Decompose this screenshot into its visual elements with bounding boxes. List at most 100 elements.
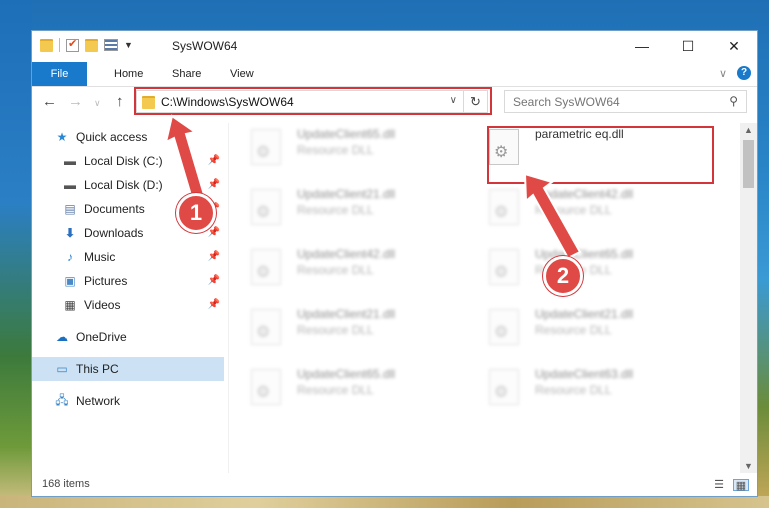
desktop-background bbox=[0, 0, 32, 508]
recent-locations-chevron-icon[interactable]: ∨ bbox=[94, 98, 101, 109]
dll-file-icon: ⚙ bbox=[251, 189, 281, 225]
music-note-icon: ♪ bbox=[67, 250, 73, 264]
file-name: UpdateClient65.dll bbox=[297, 127, 396, 141]
scroll-up-arrow-icon[interactable]: ▲ bbox=[744, 125, 753, 135]
pin-icon[interactable]: 📌 bbox=[208, 155, 220, 166]
file-type: Resource DLL bbox=[535, 323, 612, 337]
tab-file[interactable]: File bbox=[32, 62, 87, 86]
file-name: UpdateClient63.dll bbox=[535, 367, 634, 381]
list-item[interactable]: ⚙ UpdateClient65.dll Resource DLL bbox=[237, 361, 467, 415]
dll-file-icon: ⚙ bbox=[489, 369, 519, 405]
file-highlight bbox=[487, 126, 714, 184]
properties-icon[interactable] bbox=[104, 39, 118, 51]
sidebar-item-label: Quick access bbox=[76, 130, 148, 144]
dll-file-icon: ⚙ bbox=[251, 129, 281, 165]
file-type: Resource DLL bbox=[535, 203, 612, 217]
vertical-scrollbar[interactable]: ▲ ▼ bbox=[740, 123, 757, 473]
pin-icon[interactable]: 📌 bbox=[208, 299, 220, 310]
sidebar-item-videos[interactable]: ▦ Videos 📌 bbox=[62, 293, 224, 317]
dll-file-icon: ⚙ bbox=[251, 249, 281, 285]
tab-home[interactable]: Home bbox=[102, 62, 155, 86]
network-icon: 🖧 bbox=[55, 392, 69, 407]
sidebar-item-label: Downloads bbox=[84, 226, 144, 240]
list-item[interactable]: ⚙ UpdateClient21.dll Resource DLL bbox=[237, 181, 467, 235]
sidebar-item-music[interactable]: ♪ Music 📌 bbox=[62, 245, 224, 269]
drive-icon: ▬ bbox=[64, 178, 76, 192]
pin-icon[interactable]: 📌 bbox=[208, 179, 220, 190]
file-name: UpdateClient42.dll bbox=[535, 187, 634, 201]
gear-icon: ⚙ bbox=[256, 324, 271, 341]
sidebar-item-pictures[interactable]: ▣ Pictures 📌 bbox=[62, 269, 224, 293]
sidebar-item-network[interactable]: 🖧 Network bbox=[54, 389, 224, 413]
expand-ribbon-chevron-icon[interactable]: ∨ bbox=[719, 67, 727, 80]
dll-file-icon: ⚙ bbox=[489, 309, 519, 345]
gear-icon: ⚙ bbox=[494, 384, 509, 401]
list-item[interactable]: ⚙ UpdateClient42.dll Resource DLL bbox=[237, 241, 467, 295]
title-bar: ▼ SysWOW64 — ☐ ✕ bbox=[32, 31, 757, 62]
sidebar-item-label: Documents bbox=[84, 202, 145, 216]
minimize-button[interactable]: — bbox=[619, 31, 665, 61]
pane-divider[interactable] bbox=[228, 123, 229, 473]
up-arrow-icon[interactable]: ↑ bbox=[116, 93, 124, 110]
list-item[interactable]: ⚙ UpdateClient65.dll Resource DLL bbox=[475, 241, 705, 295]
file-name: UpdateClient42.dll bbox=[297, 247, 396, 261]
sidebar-item-label: This PC bbox=[76, 362, 119, 376]
pin-icon[interactable]: 📌 bbox=[208, 275, 220, 286]
ribbon-tabs: File Home Share View ∨ ? bbox=[32, 62, 757, 87]
scrollbar-thumb[interactable] bbox=[743, 140, 754, 188]
dll-file-icon: ⚙ bbox=[489, 249, 519, 285]
ribbon-right-controls: ∨ ? bbox=[719, 66, 751, 80]
dll-file-icon: ⚙ bbox=[251, 369, 281, 405]
maximize-button[interactable]: ☐ bbox=[665, 31, 711, 61]
list-item[interactable]: ⚙ UpdateClient65.dll Resource DLL bbox=[237, 121, 467, 175]
address-bar-highlight bbox=[134, 87, 492, 115]
large-icons-view-icon[interactable]: ▦ bbox=[733, 479, 749, 492]
properties-check-icon[interactable] bbox=[66, 37, 79, 52]
file-name: UpdateClient65.dll bbox=[297, 367, 396, 381]
tab-view[interactable]: View bbox=[218, 62, 266, 86]
search-box[interactable]: ⚲ bbox=[504, 90, 747, 113]
list-item[interactable]: ⚙ UpdateClient42.dll Resource DLL bbox=[475, 181, 705, 235]
pictures-icon: ▣ bbox=[64, 274, 76, 288]
gear-icon: ⚙ bbox=[256, 204, 271, 221]
sidebar-item-this-pc[interactable]: ▭ This PC bbox=[32, 357, 224, 381]
help-icon[interactable]: ? bbox=[737, 66, 751, 80]
star-icon: ★ bbox=[56, 130, 68, 144]
window-controls: — ☐ ✕ bbox=[619, 31, 757, 61]
documents-icon: ▤ bbox=[64, 202, 76, 216]
search-input[interactable] bbox=[511, 94, 715, 110]
tab-share[interactable]: Share bbox=[160, 62, 213, 86]
gear-icon: ⚙ bbox=[494, 324, 509, 341]
search-icon[interactable]: ⚲ bbox=[729, 94, 738, 108]
item-count: 168 items bbox=[42, 478, 90, 490]
forward-arrow-icon[interactable]: → bbox=[68, 93, 83, 110]
file-type: Resource DLL bbox=[297, 383, 374, 397]
folder-icon[interactable] bbox=[40, 38, 53, 52]
sidebar-item-label: Pictures bbox=[84, 274, 128, 288]
pin-icon[interactable]: 📌 bbox=[208, 251, 220, 262]
list-item[interactable]: ⚙ UpdateClient63.dll Resource DLL bbox=[475, 361, 705, 415]
sidebar-item-local-disk-c[interactable]: ▬ Local Disk (C:) 📌 bbox=[62, 149, 224, 173]
download-arrow-icon: ⬇ bbox=[64, 226, 76, 240]
sidebar-item-label: Network bbox=[76, 394, 121, 408]
new-folder-icon[interactable] bbox=[85, 38, 98, 52]
list-item[interactable]: ⚙ UpdateClient21.dll Resource DLL bbox=[237, 301, 467, 355]
close-button[interactable]: ✕ bbox=[711, 31, 757, 61]
gear-icon: ⚙ bbox=[256, 384, 271, 401]
gear-icon: ⚙ bbox=[494, 204, 509, 221]
sidebar-item-label: Local Disk (D:) bbox=[84, 178, 163, 192]
status-bar: 168 items ☰ ▦ bbox=[32, 474, 757, 496]
back-arrow-icon[interactable]: ← bbox=[42, 93, 57, 110]
file-type: Resource DLL bbox=[297, 263, 374, 277]
customize-toolbar-dropdown-icon[interactable]: ▼ bbox=[124, 40, 133, 50]
scroll-down-arrow-icon[interactable]: ▼ bbox=[744, 461, 753, 471]
sidebar-item-onedrive[interactable]: ☁ OneDrive bbox=[54, 325, 224, 349]
details-view-icon[interactable]: ☰ bbox=[711, 479, 727, 491]
file-type: Resource DLL bbox=[297, 323, 374, 337]
cloud-icon: ☁ bbox=[56, 330, 68, 344]
list-item[interactable]: ⚙ UpdateClient21.dll Resource DLL bbox=[475, 301, 705, 355]
sidebar-item-quick-access[interactable]: ★ Quick access bbox=[54, 125, 224, 149]
dll-file-icon: ⚙ bbox=[251, 309, 281, 345]
sidebar-item-label: OneDrive bbox=[76, 330, 127, 344]
pin-icon[interactable]: 📌 bbox=[208, 227, 220, 238]
